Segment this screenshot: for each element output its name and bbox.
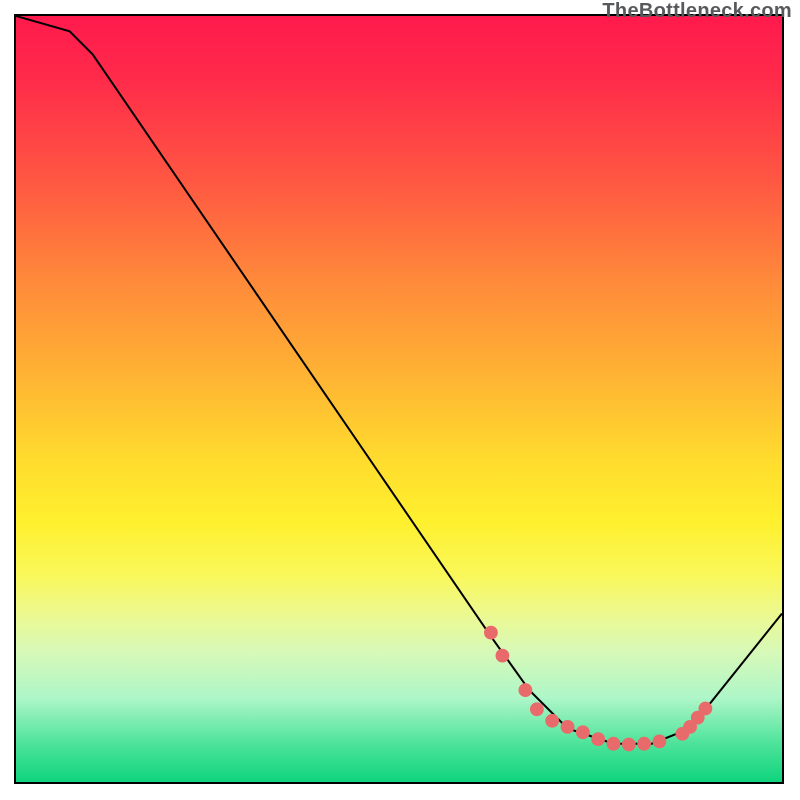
chart-frame: TheBottleneck.com (0, 0, 800, 800)
watermark-text: TheBottleneck.com (602, 0, 792, 23)
bottleneck-curve (16, 16, 782, 782)
plot-area (14, 14, 784, 784)
